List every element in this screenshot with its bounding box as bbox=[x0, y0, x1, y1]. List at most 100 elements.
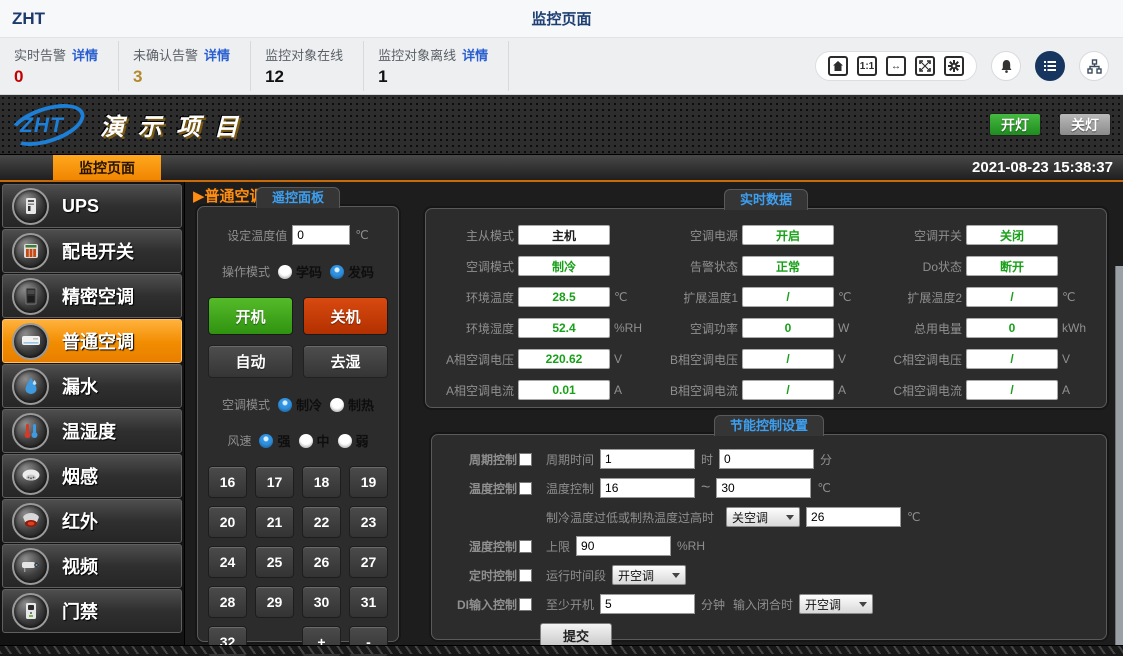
temp-button[interactable]: 26 bbox=[302, 546, 341, 578]
value-box: 0.01 bbox=[518, 380, 610, 400]
temp-button[interactable]: 28 bbox=[208, 586, 247, 618]
list-icon[interactable] bbox=[1035, 51, 1065, 81]
humidity-max-input[interactable] bbox=[576, 536, 671, 556]
value-box: / bbox=[742, 349, 834, 369]
sidebar-item-common-ac[interactable]: 普通空调 bbox=[2, 319, 182, 363]
realtime-field: C相空调电压/V bbox=[874, 349, 1098, 369]
sidebar-item-infrared[interactable]: 红外 bbox=[2, 499, 182, 543]
ac-mode-row: 空调模式 制冷 制热 bbox=[206, 395, 390, 414]
overheat-temp-input[interactable] bbox=[806, 507, 901, 527]
tab-monitor-page[interactable]: 监控页面 bbox=[53, 155, 161, 180]
temp-button[interactable]: 29 bbox=[255, 586, 294, 618]
temp-button[interactable]: 31 bbox=[349, 586, 388, 618]
value-box: / bbox=[742, 380, 834, 400]
stat-label: 监控对象离线 bbox=[378, 48, 456, 63]
detail-link[interactable]: 详情 bbox=[72, 48, 98, 63]
stats-bar: 实时告警详情 0 未确认告警详情 3 监控对象在线 12 监控对象离线详情 1 … bbox=[0, 38, 1123, 95]
bell-icon[interactable] bbox=[991, 51, 1021, 81]
top-bar: ZHT 监控页面 bbox=[0, 0, 1123, 38]
overheat-action-select[interactable]: 关空调 bbox=[726, 507, 800, 527]
gear-icon[interactable] bbox=[944, 56, 964, 76]
radio-cooling[interactable]: 制冷 bbox=[278, 395, 322, 414]
realtime-field: A相空调电流0.01A bbox=[426, 380, 650, 400]
temp-max-input[interactable] bbox=[716, 478, 811, 498]
auto-button[interactable]: 自动 bbox=[208, 345, 293, 378]
stat-value: 3 bbox=[133, 67, 230, 87]
fan-speed-label: 风速 bbox=[227, 432, 251, 449]
toolbar-icons: 1:1 ↔ bbox=[815, 51, 1123, 81]
temp-button[interactable]: 25 bbox=[255, 546, 294, 578]
main-area: UPS 配电开关 精密空调 普通空调 漏水 温湿度 烟感 红外 bbox=[0, 182, 1123, 654]
submit-button[interactable]: 提交 bbox=[540, 623, 612, 647]
temp-control-checkbox[interactable] bbox=[519, 482, 532, 495]
topology-icon[interactable] bbox=[1079, 51, 1109, 81]
humidity-control-checkbox[interactable] bbox=[519, 540, 532, 553]
sidebar-item-power-switch[interactable]: 配电开关 bbox=[2, 229, 182, 273]
logo-bar: ZHT 演示项目 开灯 关灯 bbox=[0, 95, 1123, 155]
value-box: / bbox=[966, 349, 1058, 369]
realtime-field: 总用电量0kWh bbox=[874, 318, 1098, 338]
light-on-button[interactable]: 开灯 bbox=[989, 113, 1041, 136]
dehumidify-button[interactable]: 去湿 bbox=[303, 345, 388, 378]
logo: ZHT 演示项目 bbox=[8, 103, 252, 147]
set-temp-input[interactable] bbox=[292, 225, 350, 245]
value-box: 220.62 bbox=[518, 349, 610, 369]
di-minutes-input[interactable] bbox=[600, 594, 695, 614]
sidebar-item-smoke[interactable]: 烟感 bbox=[2, 454, 182, 498]
home-icon[interactable] bbox=[828, 56, 848, 76]
temp-button[interactable]: 27 bbox=[349, 546, 388, 578]
temp-button[interactable]: 16 bbox=[208, 466, 247, 498]
temp-button[interactable]: 18 bbox=[302, 466, 341, 498]
realtime-field: 空调模式制冷 bbox=[426, 256, 650, 276]
temp-button[interactable]: 30 bbox=[302, 586, 341, 618]
energy-control-panel: 节能控制设置 周期控制 周期时间 时 分 温度控制 温度控制 ~ ℃ 制冷温度过… bbox=[431, 434, 1107, 640]
cycle-minute-input[interactable] bbox=[719, 449, 814, 469]
temp-button[interactable]: 24 bbox=[208, 546, 247, 578]
smoke-detector-icon bbox=[12, 458, 49, 495]
sidebar-item-water-leak[interactable]: 漏水 bbox=[2, 364, 182, 408]
cycle-control-checkbox[interactable] bbox=[519, 453, 532, 466]
di-action-select[interactable]: 开空调 bbox=[799, 594, 873, 614]
radio-send-code[interactable]: 发码 bbox=[330, 262, 374, 281]
value-box: 关闭 bbox=[966, 225, 1058, 245]
detail-link[interactable]: 详情 bbox=[204, 48, 230, 63]
radio-fan-weak[interactable]: 弱 bbox=[338, 431, 369, 450]
radio-heating[interactable]: 制热 bbox=[330, 395, 374, 414]
timer-control-checkbox[interactable] bbox=[519, 569, 532, 582]
value-box: 0 bbox=[966, 318, 1058, 338]
di-control-checkbox[interactable] bbox=[519, 598, 532, 611]
light-off-button[interactable]: 关灯 bbox=[1059, 113, 1111, 136]
value-box: 52.4 bbox=[518, 318, 610, 338]
power-on-button[interactable]: 开机 bbox=[208, 297, 293, 335]
temp-button[interactable]: 23 bbox=[349, 506, 388, 538]
radio-fan-medium[interactable]: 中 bbox=[299, 431, 330, 450]
timer-action-select[interactable]: 开空调 bbox=[612, 565, 686, 585]
radio-fan-strong[interactable]: 强 bbox=[259, 431, 290, 450]
tab-bar: 监控页面 2021-08-23 15:38:37 bbox=[0, 155, 1123, 182]
power-off-button[interactable]: 关机 bbox=[303, 297, 388, 335]
sidebar-item-door-access[interactable]: 门禁 bbox=[2, 589, 182, 633]
fullscreen-icon[interactable] bbox=[915, 56, 935, 76]
content-header: ▶普通空调 bbox=[193, 185, 265, 206]
temp-button[interactable]: 19 bbox=[349, 466, 388, 498]
op-mode-label: 操作模式 bbox=[222, 263, 270, 280]
sidebar-item-ups[interactable]: UPS bbox=[2, 184, 182, 228]
temp-button[interactable]: 22 bbox=[302, 506, 341, 538]
fit-width-icon[interactable]: ↔ bbox=[886, 56, 906, 76]
vertical-scrollbar[interactable] bbox=[1115, 266, 1123, 645]
stat-objects-online: 监控对象在线 12 bbox=[251, 41, 364, 91]
temp-button[interactable]: 21 bbox=[255, 506, 294, 538]
sidebar-item-temp-humidity[interactable]: 温湿度 bbox=[2, 409, 182, 453]
realtime-data-panel: 实时数据 主从模式主机 空调电源开启 空调开关关闭 空调模式制冷 告警状态正常 … bbox=[425, 208, 1107, 408]
breaker-icon bbox=[12, 233, 49, 270]
temp-button[interactable]: 17 bbox=[255, 466, 294, 498]
temp-min-input[interactable] bbox=[600, 478, 695, 498]
one-to-one-icon[interactable]: 1:1 bbox=[857, 56, 877, 76]
remote-control-panel: 遥控面板 设定温度值 ℃ 操作模式 学码 发码 开机 关机 自动 去湿 空调模式… bbox=[197, 206, 399, 642]
sidebar-item-video[interactable]: 视频 bbox=[2, 544, 182, 588]
temp-button[interactable]: 20 bbox=[208, 506, 247, 538]
detail-link[interactable]: 详情 bbox=[462, 48, 488, 63]
sidebar-item-precision-ac[interactable]: 精密空调 bbox=[2, 274, 182, 318]
radio-learn-code[interactable]: 学码 bbox=[278, 262, 322, 281]
cycle-hour-input[interactable] bbox=[600, 449, 695, 469]
